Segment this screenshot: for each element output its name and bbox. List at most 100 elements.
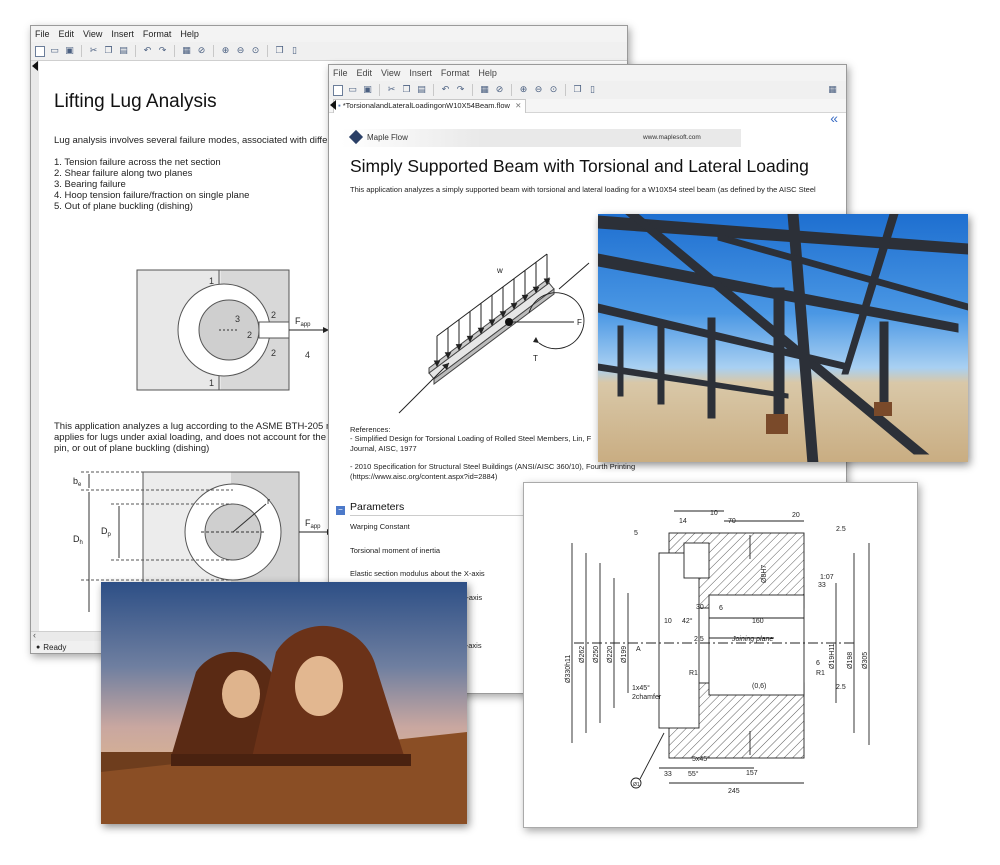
undo-icon[interactable]: ↶: [440, 85, 451, 96]
lug-photo-graphic: [101, 625, 467, 824]
save-icon[interactable]: ▣: [64, 46, 75, 57]
close-tab-icon[interactable]: ✕: [515, 101, 521, 110]
reference-line: [350, 453, 635, 462]
table-icon[interactable]: ▦: [479, 85, 490, 96]
label-two-b: 2: [271, 348, 276, 358]
dim-label: 33: [664, 771, 672, 778]
list-item: 4. Hoop tension failure/fraction on sing…: [54, 190, 250, 201]
menu-edit[interactable]: Edit: [357, 68, 373, 78]
dim-label: 6: [816, 660, 820, 667]
menu-view[interactable]: View: [381, 68, 400, 78]
menu-insert[interactable]: Insert: [409, 68, 432, 78]
redo-icon[interactable]: ↷: [157, 46, 168, 57]
dim-label: Ø19H11: [829, 643, 836, 669]
cut-icon[interactable]: ✂: [386, 85, 397, 96]
t-label: T: [533, 354, 538, 363]
document-tab[interactable]: ▪ *TorsionalandLateralLoadingonW10X54Bea…: [333, 99, 527, 113]
menu-view[interactable]: View: [83, 29, 102, 39]
menu-bar: File Edit View Insert Format Help: [329, 65, 846, 81]
dim-label: 5: [634, 530, 638, 537]
paragraph-line: This application analyzes a lug accordin…: [54, 421, 340, 432]
list-item: 5. Out of plane buckling (dishing): [54, 201, 193, 212]
layout-icon[interactable]: ▯: [289, 46, 300, 57]
redo-icon[interactable]: ↷: [455, 85, 466, 96]
menu-format[interactable]: Format: [441, 68, 470, 78]
dim-label: Ø8H7: [761, 565, 768, 583]
scroll-left-icon[interactable]: ‹: [33, 630, 36, 640]
dim-label: 30: [696, 604, 704, 611]
collapse-panel-button[interactable]: «: [830, 110, 838, 126]
collapse-section-button[interactable]: −: [336, 506, 345, 515]
brand-url[interactable]: www.maplesoft.com: [643, 134, 701, 141]
parameter-label: Elastic section modulus about the X-axis: [350, 569, 485, 578]
link-icon[interactable]: ⊘: [196, 46, 207, 57]
zoom-fit-icon[interactable]: ⊙: [250, 46, 261, 57]
copy-icon[interactable]: ❐: [103, 46, 114, 57]
reference-line: - 2010 Specification for Structural Stee…: [350, 462, 636, 471]
dim-label: 2.5: [694, 636, 704, 643]
new-document-icon[interactable]: [333, 84, 343, 96]
dim-label: Ø262: [579, 646, 586, 663]
window-icon[interactable]: ❒: [274, 46, 285, 57]
open-folder-icon[interactable]: ▭: [347, 85, 358, 96]
zoom-in-icon[interactable]: ⊕: [220, 46, 231, 57]
section-marker-icon: [32, 61, 38, 71]
label-four: 4: [305, 350, 310, 360]
copy-icon[interactable]: ❐: [401, 85, 412, 96]
table-icon[interactable]: ▦: [181, 46, 192, 57]
zoom-fit-icon[interactable]: ⊙: [548, 85, 559, 96]
reference-line: - Simplified Design for Torsional Loadin…: [350, 434, 592, 443]
toolbar: ▭ ▣ ✂ ❐ ▤ ↶ ↷ ▦ ⊘ ⊕ ⊖ ⊙ ❒ ▯ ▦: [329, 81, 846, 100]
zoom-in-icon[interactable]: ⊕: [518, 85, 529, 96]
menu-help[interactable]: Help: [478, 68, 497, 78]
force-label: Fapp: [295, 316, 311, 328]
paste-icon[interactable]: ▤: [416, 85, 427, 96]
dim-label: 2.5: [836, 684, 846, 691]
link-icon[interactable]: ⊘: [494, 85, 505, 96]
dim-label: 55°: [688, 770, 699, 778]
menu-file[interactable]: File: [35, 29, 50, 39]
menu-insert[interactable]: Insert: [111, 29, 134, 39]
open-folder-icon[interactable]: ▭: [49, 46, 60, 57]
paragraph-line: pin, or out of plane buckling (dishing): [54, 443, 210, 454]
toolbar-separator: [213, 45, 214, 57]
zoom-out-icon[interactable]: ⊖: [235, 46, 246, 57]
toolbar: ▭ ▣ ✂ ❐ ▤ ↶ ↷ ▦ ⊘ ⊕ ⊖ ⊙ ❒ ▯: [31, 42, 627, 61]
menu-file[interactable]: File: [333, 68, 348, 78]
menu-edit[interactable]: Edit: [59, 29, 75, 39]
cut-icon[interactable]: ✂: [88, 46, 99, 57]
reference-link[interactable]: (https://www.aisc.org/content.aspx?id=28…: [350, 472, 635, 482]
parameter-label: Warping Constant: [350, 522, 410, 531]
dp-label: Dp: [101, 526, 112, 538]
dim-label: 2.5: [836, 526, 846, 533]
list-item: 2. Shear failure along two planes: [54, 168, 193, 179]
dim-label: 160: [752, 618, 764, 625]
dim-label: 42°: [682, 617, 693, 625]
dim-label: 5x45°: [692, 755, 710, 763]
r-label: r: [267, 496, 270, 506]
menu-help[interactable]: Help: [180, 29, 199, 39]
page-title: Lifting Lug Analysis: [54, 91, 217, 112]
toolbar-separator: [267, 45, 268, 57]
be-label: be: [73, 476, 82, 488]
layout-icon[interactable]: ▯: [587, 85, 598, 96]
menu-format[interactable]: Format: [143, 29, 172, 39]
new-document-icon[interactable]: [35, 45, 45, 57]
failure-mode-list: 1. Tension failure across the net sectio…: [54, 157, 249, 212]
toolbar-separator: [565, 84, 566, 96]
technical-drawing: 14 10 70 20 5 2.5 33 6 160 10 42° 30 A 2…: [523, 482, 918, 828]
dim-label: R1: [689, 670, 698, 677]
file-icon: ▪: [338, 101, 341, 110]
dim-label: 1:07: [820, 574, 834, 581]
paste-icon[interactable]: ▤: [118, 46, 129, 57]
undo-icon[interactable]: ↶: [142, 46, 153, 57]
dim-label: 10: [664, 618, 672, 625]
grid-icon[interactable]: ▦: [827, 85, 838, 96]
dim-label: 14: [679, 518, 687, 525]
toolbar-separator: [135, 45, 136, 57]
zoom-out-icon[interactable]: ⊖: [533, 85, 544, 96]
description-text: This application analyzes a simply suppo…: [350, 185, 816, 194]
window-icon[interactable]: ❒: [572, 85, 583, 96]
dim-label: A: [636, 646, 641, 653]
save-icon[interactable]: ▣: [362, 85, 373, 96]
